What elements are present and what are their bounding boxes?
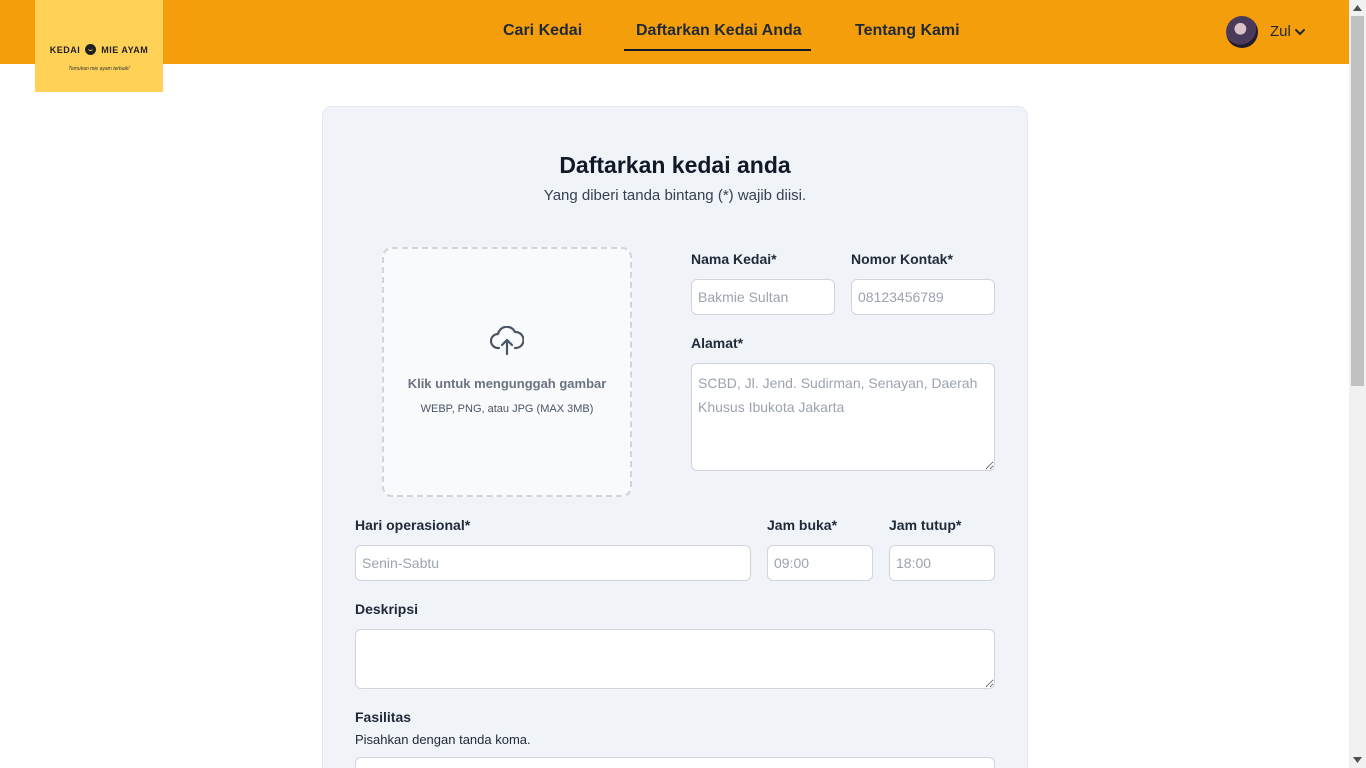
nav-daftarkan-kedai[interactable]: Daftarkan Kedai Anda — [636, 22, 802, 40]
active-nav-indicator — [624, 49, 811, 51]
bowl-icon — [85, 44, 97, 55]
jam-tutup-label: Jam tutup* — [889, 517, 962, 533]
brand-logo[interactable]: KEDAI MIE AYAM Temukan mie ayam terbaik! — [35, 0, 163, 92]
alamat-textarea[interactable] — [691, 363, 995, 471]
scroll-thumb[interactable] — [1351, 16, 1364, 386]
deskripsi-label: Deskripsi — [355, 601, 419, 617]
jam-buka-input[interactable] — [767, 545, 873, 581]
nama-kedai-label: Nama Kedai* — [691, 251, 777, 267]
user-name[interactable]: Zul — [1270, 23, 1291, 40]
brand-name-right: MIE AYAM — [101, 45, 149, 55]
hari-operasional-input[interactable] — [355, 545, 751, 581]
brand-name-left: KEDAI — [49, 45, 81, 55]
scroll-up-arrow-icon[interactable] — [1353, 4, 1362, 12]
brand-tagline: Temukan mie ayam terbaik! — [68, 66, 130, 72]
page-scrollbar[interactable] — [1349, 0, 1366, 768]
scroll-down-arrow-icon[interactable] — [1353, 756, 1362, 764]
nama-kedai-input[interactable] — [691, 279, 835, 315]
jam-buka-label: Jam buka* — [767, 517, 838, 533]
form-title: Daftarkan kedai anda — [559, 152, 791, 178]
fasilitas-hint: Pisahkan dengan tanda koma. — [355, 732, 531, 747]
upload-hint: WEBP, PNG, atau JPG (MAX 3MB) — [420, 403, 594, 415]
brand-name: KEDAI MIE AYAM — [35, 44, 163, 55]
cloud-upload-icon — [490, 326, 524, 356]
form-subtitle: Yang diberi tanda bintang (*) wajib diis… — [543, 187, 807, 204]
image-upload-dropzone[interactable]: Klik untuk mengunggah gambar WEBP, PNG, … — [382, 247, 632, 497]
chevron-down-icon[interactable] — [1293, 25, 1307, 39]
nomor-kontak-label: Nomor Kontak* — [851, 251, 953, 267]
fasilitas-label: Fasilitas — [355, 709, 412, 725]
fasilitas-input[interactable] — [355, 757, 995, 768]
upload-label: Klik untuk mengunggah gambar — [407, 376, 607, 391]
nomor-kontak-input[interactable] — [851, 279, 995, 315]
deskripsi-textarea[interactable] — [355, 629, 995, 689]
nav-cari-kedai[interactable]: Cari Kedai — [503, 22, 582, 40]
jam-tutup-input[interactable] — [889, 545, 995, 581]
nav-tentang-kami[interactable]: Tentang Kami — [855, 22, 960, 40]
user-avatar[interactable] — [1226, 16, 1258, 48]
hari-operasional-label: Hari operasional* — [355, 517, 471, 533]
alamat-label: Alamat* — [691, 335, 744, 351]
